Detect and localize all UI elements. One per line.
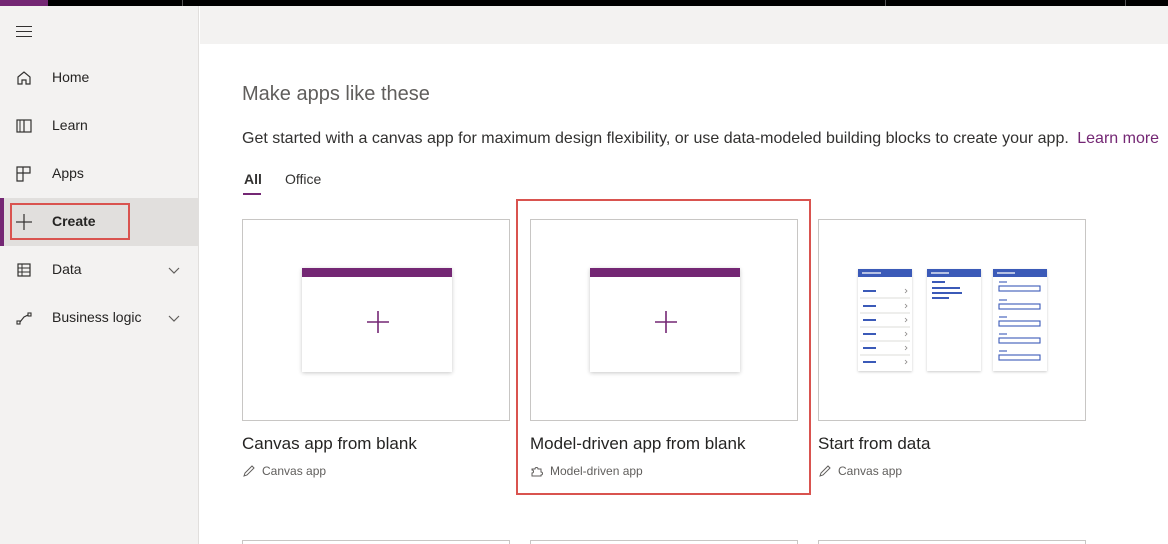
tab-active-underline — [243, 193, 261, 195]
nav-label-apps: Apps — [52, 165, 84, 181]
chevron-down-icon[interactable] — [166, 310, 182, 326]
tab-all[interactable]: All — [244, 171, 262, 187]
page-heading: Make apps like these — [242, 83, 430, 105]
nav-item-data[interactable]: Data — [0, 246, 199, 294]
preview-title-bar — [302, 268, 452, 277]
page-description: Get started with a canvas app for maximu… — [242, 130, 1159, 148]
active-indicator — [0, 198, 4, 246]
pencil-icon — [243, 465, 255, 477]
hamburger-icon[interactable] — [16, 26, 32, 38]
nav-label-learn: Learn — [52, 117, 88, 133]
card-subtitle-text: Canvas app — [262, 464, 327, 478]
nav-item-learn[interactable]: Learn — [0, 102, 199, 150]
pencil-icon — [819, 465, 831, 477]
table-icon — [17, 263, 31, 277]
card-subtitle-text: Canvas app — [838, 464, 903, 478]
card-next-row[interactable] — [242, 540, 510, 544]
model-driven-highlight-box — [516, 199, 811, 495]
card-next-row[interactable] — [818, 540, 1086, 544]
flow-icon — [16, 312, 32, 325]
description-text: Get started with a canvas app for maximu… — [242, 130, 1069, 147]
nav-item-home[interactable]: Home — [0, 54, 199, 102]
card-title[interactable]: Canvas app from blank — [242, 434, 417, 454]
card-subtitle: Canvas app — [242, 464, 326, 478]
blank-app-preview — [302, 268, 452, 372]
create-highlight-box — [10, 203, 130, 240]
home-icon — [17, 71, 31, 85]
chevron-down-icon[interactable] — [166, 262, 182, 278]
apps-icon — [16, 166, 31, 182]
nav-label-home: Home — [52, 69, 90, 85]
card-subtitle: Canvas app — [818, 464, 902, 478]
card-canvas-app-blank[interactable] — [242, 219, 510, 421]
tab-office[interactable]: Office — [285, 171, 321, 187]
card-start-from-data[interactable] — [818, 219, 1086, 421]
nav-label-data: Data — [52, 261, 82, 277]
left-nav: Home Learn Apps Create Data Business log… — [0, 6, 199, 544]
book-icon — [16, 119, 32, 133]
card-title[interactable]: Start from data — [818, 434, 930, 454]
data-app-preview — [858, 269, 1047, 371]
card-next-row[interactable] — [530, 540, 798, 544]
learn-more-link[interactable]: Learn more — [1077, 130, 1159, 147]
command-bar — [200, 6, 1168, 44]
nav-item-business-logic[interactable]: Business logic — [0, 294, 199, 342]
nav-item-apps[interactable]: Apps — [0, 150, 199, 198]
nav-label-business-logic: Business logic — [52, 309, 142, 325]
plus-icon — [367, 311, 389, 333]
